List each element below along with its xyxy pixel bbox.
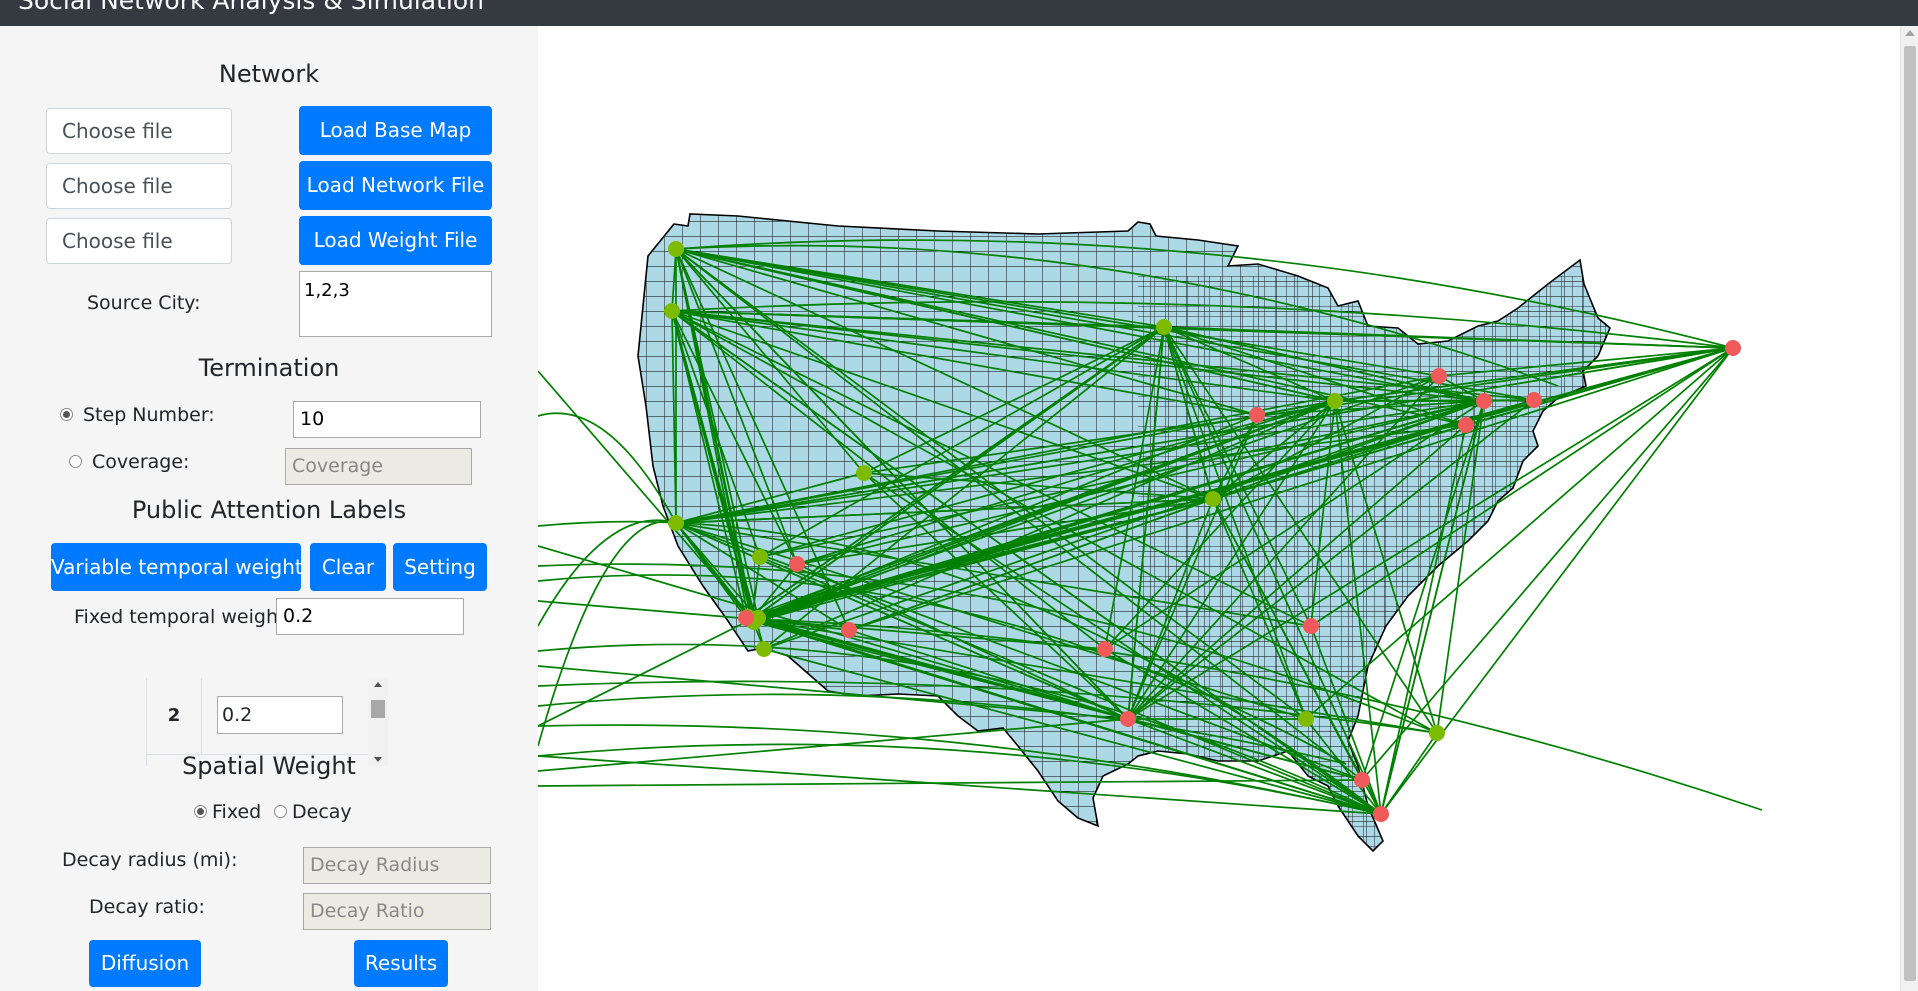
scroll-up-icon[interactable] <box>1905 30 1915 36</box>
load-weight-file-button[interactable]: Load Weight File <box>299 216 492 265</box>
fixed-temporal-weight-label: Fixed temporal weight <box>74 606 286 628</box>
city-node-green[interactable] <box>1429 725 1445 741</box>
app-header: Social Network Analysis & Simulation <box>0 0 1918 26</box>
load-network-file-button[interactable]: Load Network File <box>299 161 492 210</box>
source-city-label: Source City: <box>87 292 201 314</box>
city-node-red[interactable] <box>738 610 754 626</box>
weight-file-input[interactable]: Choose file <box>46 218 232 264</box>
city-node-green[interactable] <box>1156 319 1172 335</box>
coverage-radio[interactable] <box>69 455 82 468</box>
step-number-input[interactable]: 10 <box>293 401 481 438</box>
control-panel: Network Choose file Load Base Map Choose… <box>0 26 538 991</box>
step-cell: 2 <box>147 678 202 754</box>
fixed-spatial-radio[interactable] <box>194 805 207 818</box>
network-edge <box>538 618 753 727</box>
public-attention-heading: Public Attention Labels <box>131 496 407 524</box>
weight-cell-input[interactable]: 0.2 <box>217 696 343 734</box>
city-node-red[interactable] <box>1458 417 1474 433</box>
city-node-red[interactable] <box>841 622 857 638</box>
city-node-green[interactable] <box>1205 491 1221 507</box>
city-node-green[interactable] <box>668 515 684 531</box>
decay-ratio-label: Decay ratio: <box>89 896 205 918</box>
fixed-spatial-label: Fixed <box>212 801 262 823</box>
city-node-red[interactable] <box>1431 368 1447 384</box>
table-row: 2 0.2 <box>147 678 371 755</box>
network-map[interactable] <box>538 26 1900 991</box>
diffusion-button[interactable]: Diffusion <box>89 940 201 987</box>
fixed-temporal-weight-input[interactable]: 0.2 <box>276 598 464 635</box>
decay-spatial-label: Decay <box>292 801 352 823</box>
map-panel <box>538 26 1900 991</box>
city-node-red[interactable] <box>1373 806 1389 822</box>
clear-button[interactable]: Clear <box>310 543 386 591</box>
results-button[interactable]: Results <box>354 940 448 987</box>
city-node-red[interactable] <box>1725 340 1741 356</box>
city-node-green[interactable] <box>1327 393 1343 409</box>
decay-radius-input[interactable]: Decay Radius <box>303 847 491 884</box>
city-node-red[interactable] <box>1097 641 1113 657</box>
city-node-red[interactable] <box>789 556 805 572</box>
decay-ratio-input[interactable]: Decay Ratio <box>303 893 491 930</box>
variable-temporal-weight-button[interactable]: Variable temporal weight <box>51 543 303 591</box>
decay-spatial-radio[interactable] <box>274 805 287 818</box>
city-node-red[interactable] <box>1120 711 1136 727</box>
city-node-green[interactable] <box>1298 711 1314 727</box>
coverage-label: Coverage: <box>92 451 190 473</box>
step-number-radio[interactable] <box>60 408 73 421</box>
termination-heading: Termination <box>198 354 340 382</box>
network-heading: Network <box>218 60 320 88</box>
decay-radius-label: Decay radius (mi): <box>62 849 238 871</box>
load-base-map-button[interactable]: Load Base Map <box>299 106 492 155</box>
network-edge <box>538 520 677 747</box>
coverage-input[interactable]: Coverage <box>285 448 472 485</box>
city-node-red[interactable] <box>1249 407 1265 423</box>
city-node-green[interactable] <box>752 549 768 565</box>
city-node-red[interactable] <box>1476 393 1492 409</box>
page-scroll-thumb[interactable] <box>1904 46 1916 981</box>
city-node-green[interactable] <box>668 241 684 257</box>
city-node-red[interactable] <box>1526 392 1542 408</box>
city-node-green[interactable] <box>856 465 872 481</box>
page-scrollbar[interactable] <box>1900 26 1918 991</box>
city-node-red[interactable] <box>1303 618 1319 634</box>
source-city-input[interactable]: 1,2,3 <box>299 271 492 337</box>
city-node-green[interactable] <box>756 641 772 657</box>
scroll-up-icon[interactable] <box>374 682 382 687</box>
app-title: Social Network Analysis & Simulation <box>18 0 484 15</box>
city-node-green[interactable] <box>664 303 680 319</box>
spatial-weight-heading: Spatial Weight <box>182 752 356 780</box>
setting-button[interactable]: Setting <box>393 543 487 591</box>
city-node-red[interactable] <box>1354 772 1370 788</box>
network-file-input[interactable]: Choose file <box>46 163 232 209</box>
step-number-label: Step Number: <box>83 404 215 426</box>
base-map-file-input[interactable]: Choose file <box>46 108 232 154</box>
scroll-thumb[interactable] <box>371 700 385 718</box>
